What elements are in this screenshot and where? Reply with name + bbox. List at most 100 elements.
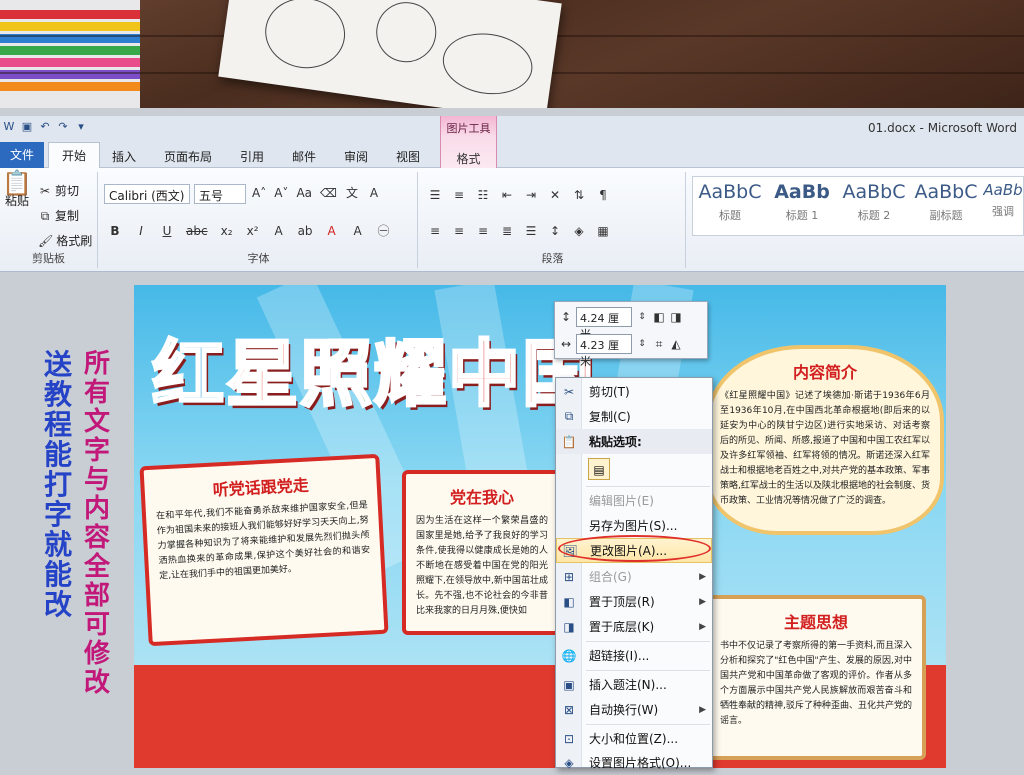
font-name-select[interactable]: Calibri (西文) xyxy=(104,184,190,204)
style-title[interactable]: AaBbC 标题 xyxy=(695,177,765,227)
rotate-icon[interactable]: ◭ xyxy=(669,337,683,351)
width-spinner-icon[interactable]: ⇕ xyxy=(635,337,649,351)
subscript-icon[interactable]: x₂ xyxy=(220,224,234,238)
undo-icon[interactable]: ↶ xyxy=(38,120,52,134)
underline-icon[interactable]: U xyxy=(160,224,174,238)
send-backward-icon[interactable]: ◨ xyxy=(669,310,683,324)
borders-icon[interactable]: ▦ xyxy=(596,224,610,238)
cut-button[interactable]: ✂ 剪切 xyxy=(38,182,79,199)
highlight-icon[interactable]: ab xyxy=(298,224,313,238)
align-left-icon[interactable]: ≡ xyxy=(428,224,442,238)
shrink-font-icon[interactable]: A˅ xyxy=(274,186,288,200)
menu-item-text-wrap[interactable]: ⊠ 自动换行(W) ▶ xyxy=(556,697,712,722)
style-heading1[interactable]: AaBb 标题 1 xyxy=(767,177,837,227)
bold-icon[interactable]: B xyxy=(108,224,122,238)
phonetic-icon[interactable]: 文 xyxy=(345,186,359,200)
distributed-icon[interactable]: ☰ xyxy=(524,224,538,238)
word-icon[interactable]: W xyxy=(2,120,16,134)
menu-item-paste-keep[interactable]: ▤ xyxy=(556,454,712,484)
char-shading-icon[interactable]: A xyxy=(351,224,365,238)
height-spinner-icon[interactable]: ⇕ xyxy=(635,310,649,324)
format-painter-button[interactable]: 🖌 格式刷 xyxy=(38,232,92,249)
italic-icon[interactable]: I xyxy=(134,224,148,238)
paragraph-group-label: 段落 xyxy=(541,252,564,265)
style-emphasis[interactable]: AaBb 强调 xyxy=(983,177,1023,227)
size-mini-toolbar: ↕ 4.24 厘米 ⇕ ◧ ◨ ↔ 4.23 厘米 ⇕ ⌗ ◭ xyxy=(554,301,708,368)
font-size-select[interactable]: 五号 xyxy=(194,184,246,204)
justify-icon[interactable]: ≣ xyxy=(500,224,514,238)
group-icon: ⊞ xyxy=(563,569,575,584)
tab-insert[interactable]: 插入 xyxy=(112,148,136,165)
menu-item-change-picture[interactable]: 🖼 更改图片(A)... xyxy=(556,538,712,563)
width-input[interactable]: 4.23 厘米 xyxy=(576,334,632,368)
menu-item-copy[interactable]: ⧉ 复制(C) xyxy=(556,404,712,429)
crayons-image xyxy=(0,0,140,108)
side-text-right: 所有文字与内容全部可修改 xyxy=(83,349,110,698)
enclose-char-icon[interactable]: ㊀ xyxy=(377,224,391,238)
numbering-icon[interactable]: ≡ xyxy=(452,188,466,202)
save-icon[interactable]: ▣ xyxy=(20,120,34,134)
bring-front-icon: ◧ xyxy=(563,594,575,609)
strikethrough-icon[interactable]: abc xyxy=(186,224,208,238)
document-title: 01.docx - Microsoft Word xyxy=(868,121,1017,135)
superscript-icon[interactable]: x² xyxy=(246,224,260,238)
box-body: 因为生活在这样一个繁荣昌盛的国家里是她,给予了我良好的学习条件,使我得以健康成长… xyxy=(416,516,548,616)
menu-item-cut[interactable]: ✂ 剪切(T) xyxy=(556,379,712,404)
customize-toolbar-icon[interactable]: ▾ xyxy=(74,120,88,134)
grow-font-icon[interactable]: A˄ xyxy=(252,186,266,200)
menu-item-edit-picture: 编辑图片(E) xyxy=(589,494,654,508)
tab-format[interactable]: 格式 xyxy=(441,150,496,167)
shading-icon[interactable]: ◈ xyxy=(572,224,586,238)
style-subtitle[interactable]: AaBbC 副标题 xyxy=(911,177,981,227)
crop-icon[interactable]: ⌗ xyxy=(652,337,666,351)
box-heading: 主题思想 xyxy=(783,613,848,632)
text-effects-icon[interactable]: A xyxy=(272,224,286,238)
title-char: 耀 xyxy=(373,331,449,418)
height-input[interactable]: 4.24 厘米 xyxy=(576,307,632,341)
menu-item-format-picture[interactable]: ◈ 设置图片格式(O)... xyxy=(556,750,712,775)
paragraph-group: ☰ ≡ ☷ ⇤ ⇥ ✕ ⇅ ¶ ≡ ≡ ≡ ≣ ☰ ↕ ◈ ▦ 段落 xyxy=(420,172,686,268)
clear-format-icon[interactable]: ⌫ xyxy=(320,186,337,200)
tab-review[interactable]: 审阅 xyxy=(344,148,368,165)
decrease-indent-icon[interactable]: ⇤ xyxy=(500,188,514,202)
align-right-icon[interactable]: ≡ xyxy=(476,224,490,238)
tab-references[interactable]: 引用 xyxy=(240,148,264,165)
submenu-arrow-icon: ▶ xyxy=(699,571,706,582)
submenu-arrow-icon: ▶ xyxy=(699,704,706,715)
menu-item-bring-to-front[interactable]: ◧ 置于顶层(R) ▶ xyxy=(556,589,712,614)
align-center-icon[interactable]: ≡ xyxy=(452,224,466,238)
tab-mailings[interactable]: 邮件 xyxy=(292,148,316,165)
style-heading2[interactable]: AaBbC 标题 2 xyxy=(839,177,909,227)
multilevel-list-icon[interactable]: ☷ xyxy=(476,188,490,202)
menu-item-hyperlink[interactable]: 🌐 超链接(I)... xyxy=(556,643,712,668)
styles-gallery: AaBbC 标题 AaBb 标题 1 AaBbC 标题 2 AaBbC 副标题 AaBb… xyxy=(692,176,1024,236)
increase-indent-icon[interactable]: ⇥ xyxy=(524,188,538,202)
ribbon-tab-bar: 插入 页面布局 引用 邮件 审阅 视图 xyxy=(0,142,1024,168)
menu-item-send-to-back[interactable]: ◨ 置于底层(K) ▶ xyxy=(556,614,712,639)
font-group-label: 字体 xyxy=(247,252,270,265)
menu-item-insert-caption[interactable]: ▣ 插入题注(N)... xyxy=(556,672,712,697)
menu-item-size-position[interactable]: ⊡ 大小和位置(Z)... xyxy=(556,726,712,751)
bring-forward-icon[interactable]: ◧ xyxy=(652,310,666,324)
poster-image[interactable]: 红星照耀中国 听党话跟党走 在和平年代,我们不能奋勇杀敌来维护国家安全,但是作为… xyxy=(134,285,946,768)
tab-file[interactable]: 文件 xyxy=(0,142,44,168)
paste-button[interactable]: 📋 粘贴 xyxy=(2,171,32,209)
copy-button[interactable]: ⧉ 复制 xyxy=(38,207,79,224)
redo-icon[interactable]: ↷ xyxy=(56,120,70,134)
sort-icon[interactable]: ⇅ xyxy=(572,188,586,202)
bullets-icon[interactable]: ☰ xyxy=(428,188,442,202)
tab-home[interactable]: 开始 xyxy=(48,142,100,169)
font-color-icon[interactable]: A xyxy=(325,224,339,238)
width-icon: ↔ xyxy=(560,337,572,351)
char-border-icon[interactable]: A xyxy=(367,186,381,200)
chinese-layout-icon[interactable]: ✕ xyxy=(548,188,562,202)
box-body: 在和平年代,我们不能奋勇杀敌来维护国家安全,但是作为祖国未来的接班人我们能够好好… xyxy=(155,500,371,582)
menu-item-save-as-picture[interactable]: 另存为图片(S)... xyxy=(556,513,712,538)
change-case-icon[interactable]: Aa xyxy=(296,186,312,200)
show-marks-icon[interactable]: ¶ xyxy=(596,188,610,202)
tab-view[interactable]: 视图 xyxy=(396,148,420,165)
title-char: 中 xyxy=(447,331,523,418)
line-spacing-icon[interactable]: ↕ xyxy=(548,224,562,238)
tab-page-layout[interactable]: 页面布局 xyxy=(164,148,212,165)
clipboard-group: 📋 粘贴 ✂ 剪切 ⧉ 复制 🖌 格式刷 剪贴板 xyxy=(0,171,98,268)
